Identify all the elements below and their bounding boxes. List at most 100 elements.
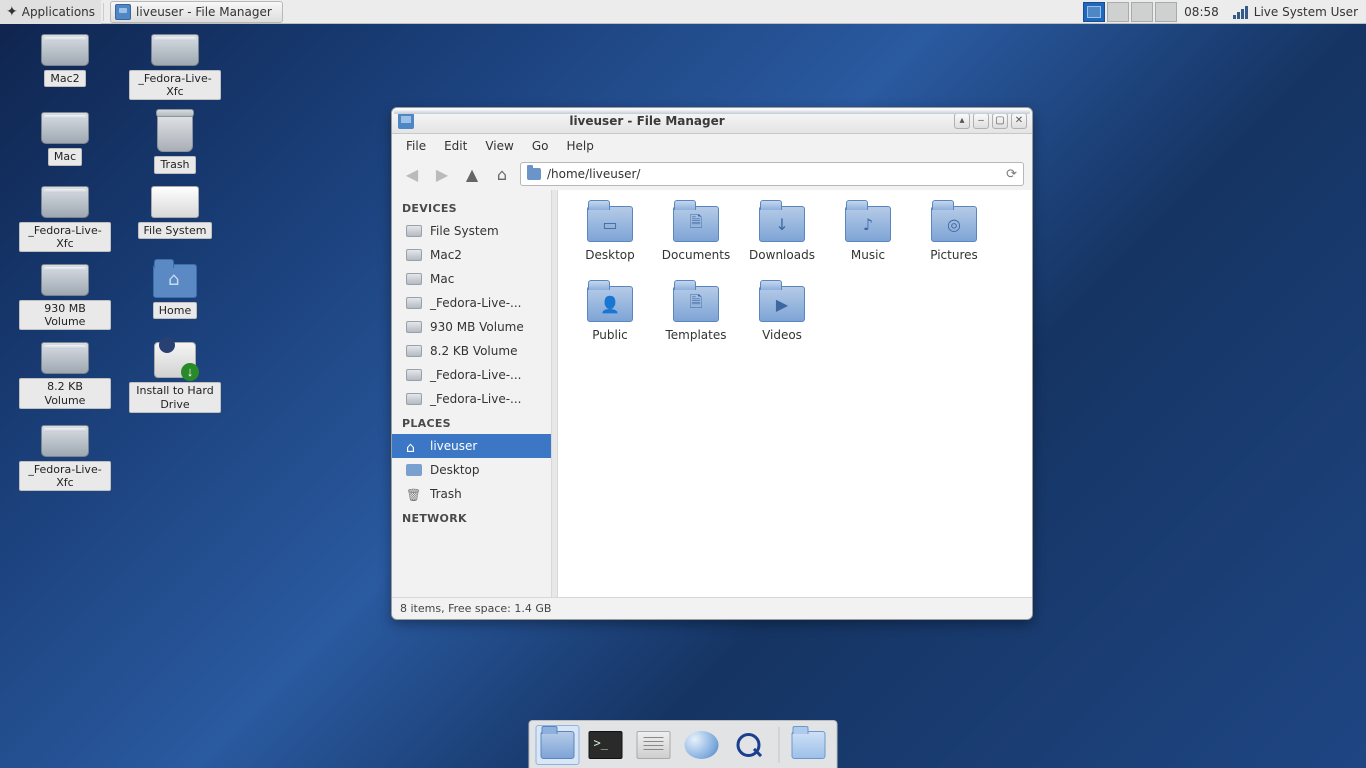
- applications-menu[interactable]: ✦ Applications: [0, 0, 101, 24]
- drive-icon: [406, 273, 422, 285]
- desktop-icon[interactable]: 930 MB Volume: [10, 264, 120, 330]
- sidebar-item-label: liveuser: [430, 439, 477, 453]
- status-bar: 8 items, Free space: 1.4 GB: [392, 597, 1032, 619]
- window-maximize-button[interactable]: ▢: [992, 113, 1008, 129]
- taskbar-item-filemanager[interactable]: liveuser - File Manager: [110, 1, 283, 23]
- files-icon: [637, 731, 671, 759]
- dock-search[interactable]: [728, 725, 772, 765]
- reload-icon[interactable]: ⟳: [1006, 167, 1017, 182]
- sidebar-device-item[interactable]: _Fedora-Live-...: [392, 363, 551, 387]
- location-entry[interactable]: /home/liveuser/ ⟳: [520, 162, 1024, 186]
- folder-pictures[interactable]: ◎Pictures: [912, 206, 996, 262]
- desktop-icon[interactable]: Mac2: [10, 34, 120, 100]
- folder-icon: ♪: [845, 206, 891, 242]
- dock-web-browser[interactable]: [680, 725, 724, 765]
- panel-clock[interactable]: 08:58: [1178, 5, 1225, 19]
- workspace-2[interactable]: [1107, 2, 1129, 22]
- sidebar-device-item[interactable]: _Fedora-Live-...: [392, 387, 551, 411]
- trash-icon: [406, 488, 422, 500]
- window-app-icon: [398, 113, 414, 129]
- sidebar-device-item[interactable]: 8.2 KB Volume: [392, 339, 551, 363]
- folder-view[interactable]: ▭Desktop🗎Documents↓Downloads♪Music◎Pictu…: [558, 190, 1032, 597]
- desktop-icon-label: Home: [153, 302, 197, 319]
- folder-templates[interactable]: 🗎Templates: [654, 286, 738, 342]
- desktop-icon[interactable]: Home: [120, 264, 230, 330]
- drive-icon: [41, 112, 89, 144]
- desktop-icon[interactable]: Mac: [10, 112, 120, 173]
- desktop-icon[interactable]: Trash: [120, 112, 230, 173]
- sidebar-place-liveuser[interactable]: liveuser: [392, 434, 551, 458]
- window-minimize-button[interactable]: –: [973, 113, 989, 129]
- sidebar-item-label: 930 MB Volume: [430, 320, 524, 334]
- window-title: liveuser - File Manager: [420, 114, 954, 128]
- sidebar-item-label: 8.2 KB Volume: [430, 344, 517, 358]
- sidebar-device-item[interactable]: Mac2: [392, 243, 551, 267]
- folder-icon: [541, 731, 575, 759]
- dock-folder[interactable]: [787, 725, 831, 765]
- workspace-1[interactable]: [1083, 2, 1105, 22]
- folder-label: Documents: [662, 248, 730, 262]
- user-menu[interactable]: Live System User: [1225, 5, 1366, 19]
- sidebar-device-item[interactable]: 930 MB Volume: [392, 315, 551, 339]
- workspace-4[interactable]: [1155, 2, 1177, 22]
- desktop-icon-label: _Fedora-Live-Xfc: [129, 70, 221, 100]
- sidebar-device-item[interactable]: _Fedora-Live-...: [392, 291, 551, 315]
- menu-help[interactable]: Help: [558, 136, 601, 156]
- dock-separator: [779, 727, 780, 763]
- folder-videos[interactable]: ▶Videos: [740, 286, 824, 342]
- folder-label: Public: [592, 328, 628, 342]
- folder-icon: [115, 4, 131, 20]
- plainfolder-icon: [792, 731, 826, 759]
- drive-icon: [41, 264, 89, 296]
- folder-music[interactable]: ♪Music: [826, 206, 910, 262]
- status-text: 8 items, Free space: 1.4 GB: [400, 602, 551, 615]
- folder-label: Templates: [665, 328, 726, 342]
- sidebar-header-places: PLACES: [392, 411, 551, 434]
- nav-forward-button[interactable]: ▶: [430, 162, 454, 186]
- folder-icon: [527, 168, 541, 180]
- menu-go[interactable]: Go: [524, 136, 557, 156]
- sidebar-device-item[interactable]: File System: [392, 219, 551, 243]
- folder-public[interactable]: 👤 Public: [568, 286, 652, 342]
- taskbar-item-label: liveuser - File Manager: [136, 5, 272, 19]
- folder-label: Downloads: [749, 248, 815, 262]
- sidebar-item-label: Mac: [430, 272, 454, 286]
- dock-terminal[interactable]: [584, 725, 628, 765]
- folder-icon: 👤: [587, 286, 633, 322]
- nav-up-button[interactable]: ▲: [460, 162, 484, 186]
- sidebar-place-desktop[interactable]: Desktop: [392, 458, 551, 482]
- desktop-icon[interactable]: _Fedora-Live-Xfc: [10, 186, 120, 252]
- sidebar-place-trash[interactable]: Trash: [392, 482, 551, 506]
- drive-icon: [406, 369, 422, 381]
- folder-desktop[interactable]: ▭Desktop: [568, 206, 652, 262]
- desktop-icon[interactable]: _Fedora-Live-Xfc: [10, 425, 120, 491]
- window-close-button[interactable]: ✕: [1011, 113, 1027, 129]
- desktop-icon[interactable]: Install to Hard Drive: [120, 342, 230, 412]
- desktop-icon-label: File System: [138, 222, 213, 239]
- drive-icon: [41, 342, 89, 374]
- window-shade-button[interactable]: ▴: [954, 113, 970, 129]
- dock-file-manager[interactable]: [536, 725, 580, 765]
- menu-view[interactable]: View: [477, 136, 521, 156]
- panel-separator: [103, 3, 104, 21]
- sidebar-device-item[interactable]: Mac: [392, 267, 551, 291]
- drive-icon: [406, 249, 422, 261]
- nav-home-button[interactable]: ⌂: [490, 162, 514, 186]
- sidebar-item-label: Trash: [430, 487, 462, 501]
- drive-icon: [406, 297, 422, 309]
- nav-back-button[interactable]: ◀: [400, 162, 424, 186]
- desktop-icon-label: 8.2 KB Volume: [19, 378, 111, 408]
- desktop-icon[interactable]: 8.2 KB Volume: [10, 342, 120, 412]
- folder-downloads[interactable]: ↓Downloads: [740, 206, 824, 262]
- menu-bar: FileEditViewGoHelp: [392, 134, 1032, 158]
- menu-file[interactable]: File: [398, 136, 434, 156]
- folder-documents[interactable]: 🗎Documents: [654, 206, 738, 262]
- sidebar-item-label: _Fedora-Live-...: [430, 392, 521, 406]
- desktop-icon[interactable]: File System: [120, 186, 230, 252]
- dock-file-archiver[interactable]: [632, 725, 676, 765]
- menu-edit[interactable]: Edit: [436, 136, 475, 156]
- workspace-3[interactable]: [1131, 2, 1153, 22]
- location-text: /home/liveuser/: [547, 167, 640, 181]
- desktop-icon[interactable]: _Fedora-Live-Xfc: [120, 34, 230, 100]
- sidebar-item-label: Desktop: [430, 463, 480, 477]
